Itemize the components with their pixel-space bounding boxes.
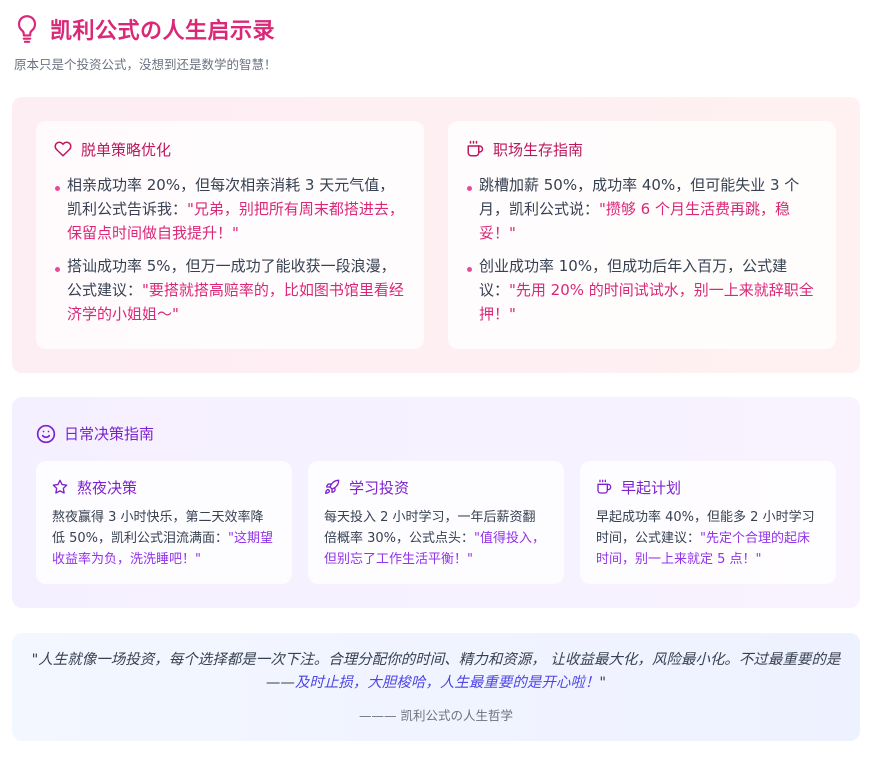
daily-section-header: 日常决策指南 — [36, 423, 154, 444]
career-card-title: 职场生存指南 — [493, 140, 584, 159]
earlyrise-card-title: 早起计划 — [621, 478, 682, 497]
quote-attribution: ——— 凯利公式の人生哲学 — [359, 708, 513, 723]
career-card-header: 职场生存指南 — [466, 139, 818, 159]
philosophy-quote: "人生就像一场投资，每个选择都是一次下注。合理分配你的时间、精力和资源， 让收益… — [28, 649, 844, 695]
stayup-card-title: 熬夜决策 — [77, 478, 138, 497]
earlyrise-card-text: 早起成功率 40%，但能多 2 小时学习时间，公式建议："先定个合理的起床时间，… — [596, 507, 820, 570]
earlyrise-card: 早起计划 早起成功率 40%，但能多 2 小时学习时间，公式建议："先定个合理的… — [580, 461, 836, 584]
quote-panel: "人生就像一场投资，每个选择都是一次下注。合理分配你的时间、精力和资源， 让收益… — [12, 633, 860, 741]
study-card: 学习投资 每天投入 2 小时学习，一年后薪资翻倍概率 30%，公式点头："值得投… — [308, 461, 564, 584]
list-item: 跳槽加薪 50%，成功率 40%，但可能失业 3 个月，凯利公式说："攒够 6 … — [466, 173, 818, 245]
rocket-icon — [325, 479, 340, 494]
page-subtitle: 原本只是个投资公式，没想到还是数学的智慧！ — [14, 57, 277, 72]
title-row: 凯利公式の人生启示录 — [14, 12, 854, 46]
lightbulb-icon — [17, 15, 37, 43]
study-card-text: 每天投入 2 小时学习，一年后薪资翻倍概率 30%，公式点头："值得投入，但别忘… — [324, 507, 548, 570]
career-list: 跳槽加薪 50%，成功率 40%，但可能失业 3 个月，凯利公式说："攒够 6 … — [466, 173, 818, 326]
page-title: 凯利公式の人生启示录 — [50, 19, 276, 44]
romance-card-header: 脱单策略优化 — [54, 139, 406, 159]
stayup-card-text: 熬夜赢得 3 小时快乐，第二天效率降低 50%，凯利公式泪流满面："这期望收益率… — [52, 507, 276, 570]
romance-card: 脱单策略优化 相亲成功率 20%，但每次相亲消耗 3 天元气值，凯利公式告诉我：… — [36, 121, 424, 349]
coffee-icon — [467, 140, 484, 157]
earlyrise-card-header: 早起计划 — [596, 477, 820, 497]
stayup-card-header: 熬夜决策 — [52, 477, 276, 497]
list-item: 搭讪成功率 5%，但万一成功了能收获一段浪漫，公式建议："要搭就搭高赔率的，比如… — [54, 254, 406, 326]
study-card-title: 学习投资 — [349, 478, 410, 497]
coffee-icon — [597, 479, 612, 494]
daily-section-title: 日常决策指南 — [64, 425, 155, 443]
strategy-panel: 脱单策略优化 相亲成功率 20%，但每次相亲消耗 3 天元气值，凯利公式告诉我：… — [12, 97, 860, 373]
heart-icon — [54, 141, 72, 157]
star-icon — [52, 479, 68, 494]
romance-list: 相亲成功率 20%，但每次相亲消耗 3 天元气值，凯利公式告诉我："兄弟，别把所… — [54, 173, 406, 326]
study-card-header: 学习投资 — [324, 477, 548, 497]
quote-end: " — [599, 675, 607, 691]
smile-icon — [36, 424, 56, 443]
list-item: 创业成功率 10%，但成功后年入百万，公式建议："先用 20% 的时间试试水，别… — [466, 254, 818, 326]
stayup-card: 熬夜决策 熬夜赢得 3 小时快乐，第二天效率降低 50%，凯利公式泪流满面："这… — [36, 461, 292, 584]
item-highlight: "先用 20% 的时间试试水，别一上来就辞职全押！" — [479, 281, 814, 323]
career-card: 职场生存指南 跳槽加薪 50%，成功率 40%，但可能失业 3 个月，凯利公式说… — [448, 121, 836, 349]
romance-card-title: 脱单策略优化 — [81, 140, 172, 159]
daily-panel: 日常决策指南 熬夜决策 熬夜赢得 3 小时快乐，第二天效率降低 50%，凯利公式… — [12, 397, 860, 608]
page-header: 凯利公式の人生启示录 原本只是个投资公式，没想到还是数学的智慧！ — [14, 12, 854, 73]
quote-highlight: 及时止损，大胆梭哈，人生最重要的是开心啦！ — [294, 675, 600, 691]
list-item: 相亲成功率 20%，但每次相亲消耗 3 天元气值，凯利公式告诉我："兄弟，别把所… — [54, 173, 406, 245]
